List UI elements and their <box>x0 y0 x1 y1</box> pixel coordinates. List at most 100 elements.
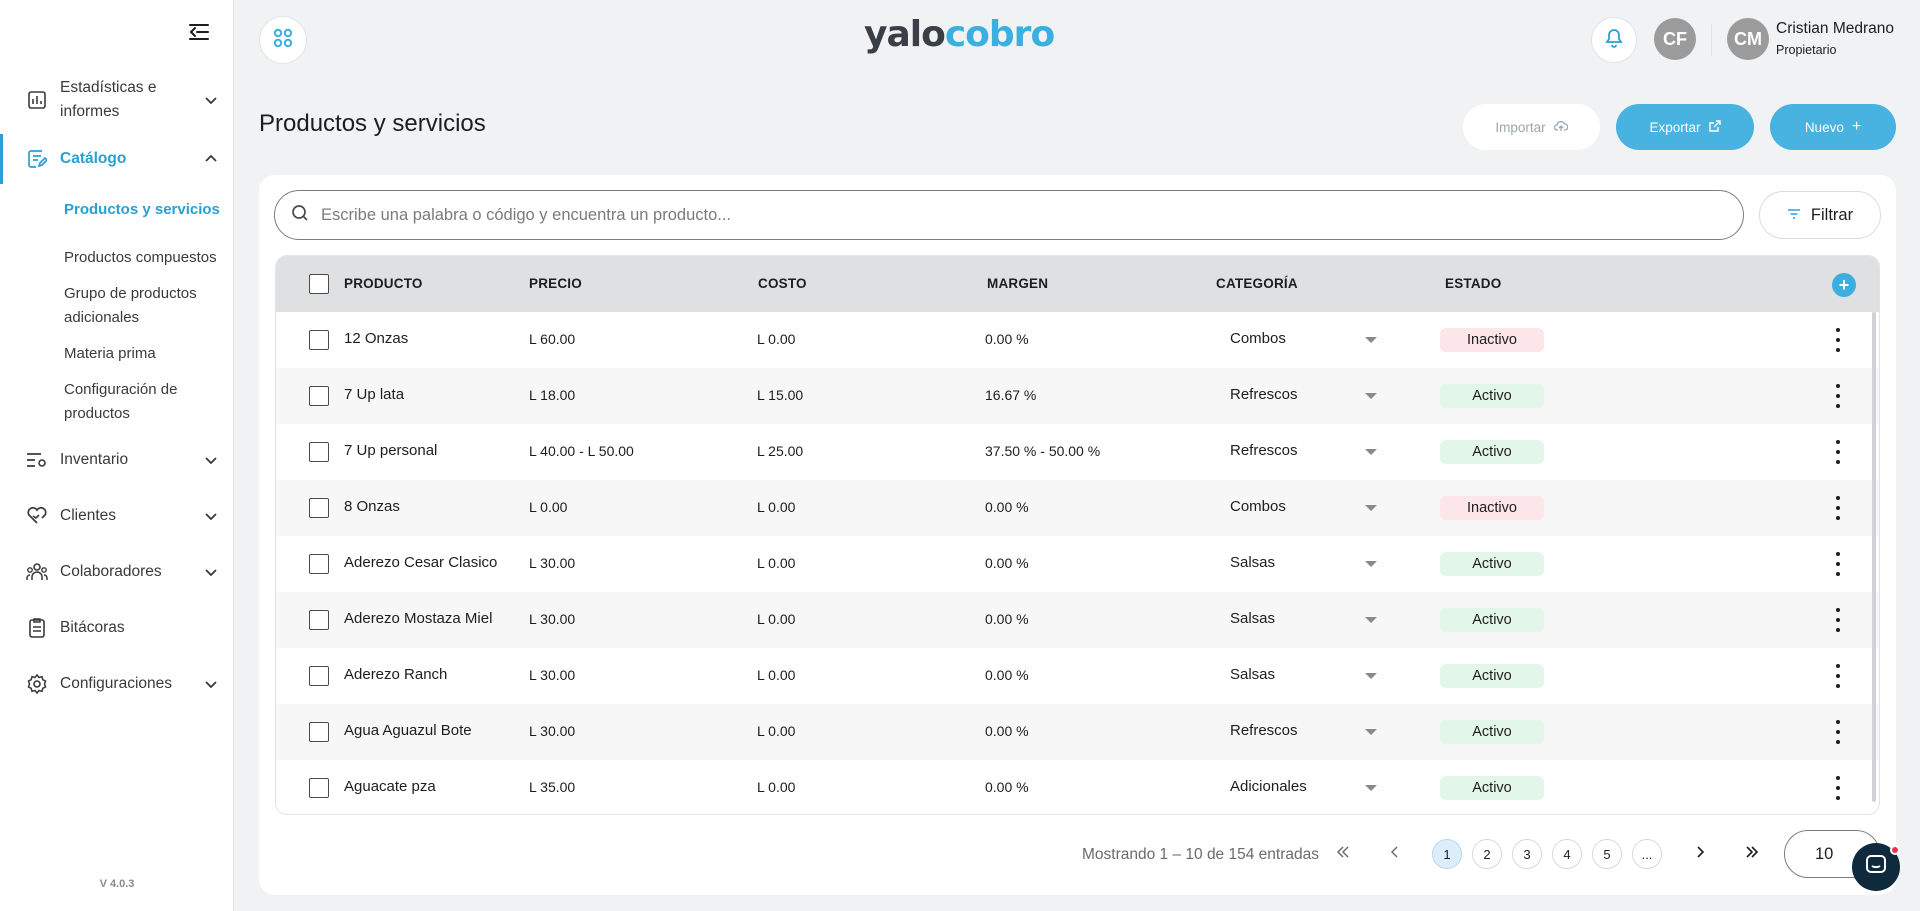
page-button-2[interactable]: 2 <box>1472 839 1502 869</box>
caret-down-icon[interactable] <box>1365 393 1377 399</box>
first-page-button[interactable] <box>1328 839 1358 869</box>
sidebar-subitem-productos-compuestos[interactable]: Productos compuestos <box>64 240 234 276</box>
next-page-button[interactable] <box>1685 839 1715 869</box>
user-role: Propietario <box>1776 43 1837 57</box>
page-button-4[interactable]: 4 <box>1552 839 1582 869</box>
row-actions-icon[interactable] <box>1836 776 1840 800</box>
cell-product: 7 Up lata <box>344 386 405 403</box>
cell-category[interactable]: Adicionales <box>1230 778 1307 795</box>
page-button-5[interactable]: 5 <box>1592 839 1622 869</box>
row-checkbox[interactable] <box>309 330 329 350</box>
cell-category[interactable]: Combos <box>1230 498 1286 515</box>
last-page-button[interactable] <box>1737 839 1767 869</box>
row-checkbox[interactable] <box>309 554 329 574</box>
table-row[interactable]: 8 Onzas L 0.00 L 0.00 0.00 % Combos Inactivo <box>276 480 1879 536</box>
user-avatar[interactable]: CM <box>1727 18 1769 60</box>
table-row[interactable]: 7 Up lata L 18.00 L 15.00 16.67 % Refrescos A… <box>276 368 1879 424</box>
cell-category[interactable]: Combos <box>1230 330 1286 347</box>
column-header-producto[interactable]: PRODUCTO <box>344 276 423 291</box>
table-row[interactable]: Aguacate pza L 35.00 L 0.00 0.00 % Adicional… <box>276 760 1879 814</box>
row-checkbox[interactable] <box>309 498 329 518</box>
row-checkbox[interactable] <box>309 386 329 406</box>
table-row[interactable]: Aderezo Cesar Clasico L 30.00 L 0.00 0.00 %… <box>276 536 1879 592</box>
sidebar-item-label: Colaboradores <box>60 563 162 580</box>
sidebar-subitem-grupo-adicionales[interactable]: Grupo de productos adicionales <box>64 276 224 336</box>
caret-down-icon[interactable] <box>1365 337 1377 343</box>
sidebar-item-bitacoras[interactable]: Bitácoras <box>0 600 234 656</box>
page-ellipsis[interactable]: ... <box>1632 839 1662 869</box>
status-badge: Inactivo <box>1440 328 1544 352</box>
column-header-categoria[interactable]: CATEGORÍA <box>1216 276 1298 291</box>
cell-category[interactable]: Refrescos <box>1230 386 1298 403</box>
row-actions-icon[interactable] <box>1836 496 1840 520</box>
table-row[interactable]: 7 Up personal L 40.00 - L 50.00 L 25.00 37.… <box>276 424 1879 480</box>
collapse-sidebar-icon[interactable] <box>188 22 210 42</box>
add-column-button[interactable]: + <box>1832 273 1856 297</box>
table-row[interactable]: Aderezo Mostaza Miel L 30.00 L 0.00 0.00 % S… <box>276 592 1879 648</box>
caret-down-icon[interactable] <box>1365 561 1377 567</box>
row-actions-icon[interactable] <box>1836 664 1840 688</box>
sidebar-item-label: Estadísticas e informes <box>60 79 157 120</box>
apps-grid-button[interactable] <box>259 16 307 64</box>
sidebar-item-catalogo[interactable]: Catálogo <box>0 134 234 184</box>
sidebar-item-inventario[interactable]: Inventario <box>0 432 234 488</box>
cell-category[interactable]: Refrescos <box>1230 722 1298 739</box>
row-actions-icon[interactable] <box>1836 440 1840 464</box>
company-avatar[interactable]: CF <box>1654 18 1696 60</box>
page-button-3[interactable]: 3 <box>1512 839 1542 869</box>
row-actions-icon[interactable] <box>1836 552 1840 576</box>
select-all-checkbox[interactable] <box>309 274 329 294</box>
sidebar-subitem-productos-servicios[interactable]: Productos y servicios <box>64 192 234 228</box>
row-actions-icon[interactable] <box>1836 384 1840 408</box>
caret-down-icon[interactable] <box>1365 617 1377 623</box>
sidebar-item-estadisticas[interactable]: Estadísticas e informes <box>0 70 234 130</box>
page-size-value: 10 <box>1815 844 1834 863</box>
table-scrollbar[interactable] <box>1872 312 1876 802</box>
row-checkbox[interactable] <box>309 722 329 742</box>
caret-down-icon[interactable] <box>1365 449 1377 455</box>
column-header-precio[interactable]: PRECIO <box>529 276 582 291</box>
notifications-button[interactable] <box>1591 17 1637 63</box>
export-button[interactable]: Exportar <box>1616 104 1754 150</box>
catalog-submenu: Productos y servicios Productos compuest… <box>0 184 234 432</box>
sidebar-subitem-materia-prima[interactable]: Materia prima <box>64 336 234 372</box>
search-placeholder: Escribe una palabra o código y encuentra… <box>321 205 732 224</box>
sidebar-item-configuraciones[interactable]: Configuraciones <box>0 656 234 712</box>
caret-down-icon[interactable] <box>1365 505 1377 511</box>
chevron-down-icon <box>204 509 218 523</box>
column-header-costo[interactable]: COSTO <box>758 276 807 291</box>
table-row[interactable]: Aderezo Ranch L 30.00 L 0.00 0.00 % Salsas Ac… <box>276 648 1879 704</box>
filter-button[interactable]: Filtrar <box>1759 191 1881 239</box>
cell-category[interactable]: Refrescos <box>1230 442 1298 459</box>
caret-down-icon[interactable] <box>1365 673 1377 679</box>
sidebar-item-clientes[interactable]: Clientes <box>0 488 234 544</box>
row-checkbox[interactable] <box>309 442 329 462</box>
caret-down-icon[interactable] <box>1365 729 1377 735</box>
prev-page-button[interactable] <box>1380 839 1410 869</box>
row-checkbox[interactable] <box>309 610 329 630</box>
sidebar-item-colaboradores[interactable]: Colaboradores <box>0 544 234 600</box>
sidebar-subitem-configuracion-productos[interactable]: Configuración de productos <box>64 372 224 432</box>
page-button-1[interactable]: 1 <box>1432 839 1462 869</box>
cell-product: Aderezo Cesar Clasico <box>344 554 498 571</box>
row-actions-icon[interactable] <box>1836 720 1840 744</box>
cell-category[interactable]: Salsas <box>1230 554 1275 571</box>
table-row[interactable]: Agua Aguazul Bote L 30.00 L 0.00 0.00 % Refr… <box>276 704 1879 760</box>
search-input[interactable]: Escribe una palabra o código y encuentra… <box>274 190 1744 240</box>
table-row[interactable]: 12 Onzas L 60.00 L 0.00 0.00 % Combos Inactiv… <box>276 312 1879 368</box>
cell-category[interactable]: Salsas <box>1230 610 1275 627</box>
new-button[interactable]: Nuevo + <box>1770 104 1896 150</box>
import-button-label: Importar <box>1495 119 1546 135</box>
cell-cost: L 0.00 <box>757 667 796 683</box>
row-actions-icon[interactable] <box>1836 328 1840 352</box>
import-button[interactable]: Importar <box>1463 104 1600 150</box>
row-checkbox[interactable] <box>309 666 329 686</box>
catalog-edit-icon <box>26 148 48 170</box>
row-actions-icon[interactable] <box>1836 608 1840 632</box>
cell-category[interactable]: Salsas <box>1230 666 1275 683</box>
user-name[interactable]: Cristian Medrano <box>1776 20 1894 38</box>
column-header-margen[interactable]: MARGEN <box>987 276 1048 291</box>
column-header-estado[interactable]: ESTADO <box>1445 276 1501 291</box>
row-checkbox[interactable] <box>309 778 329 798</box>
caret-down-icon[interactable] <box>1365 785 1377 791</box>
